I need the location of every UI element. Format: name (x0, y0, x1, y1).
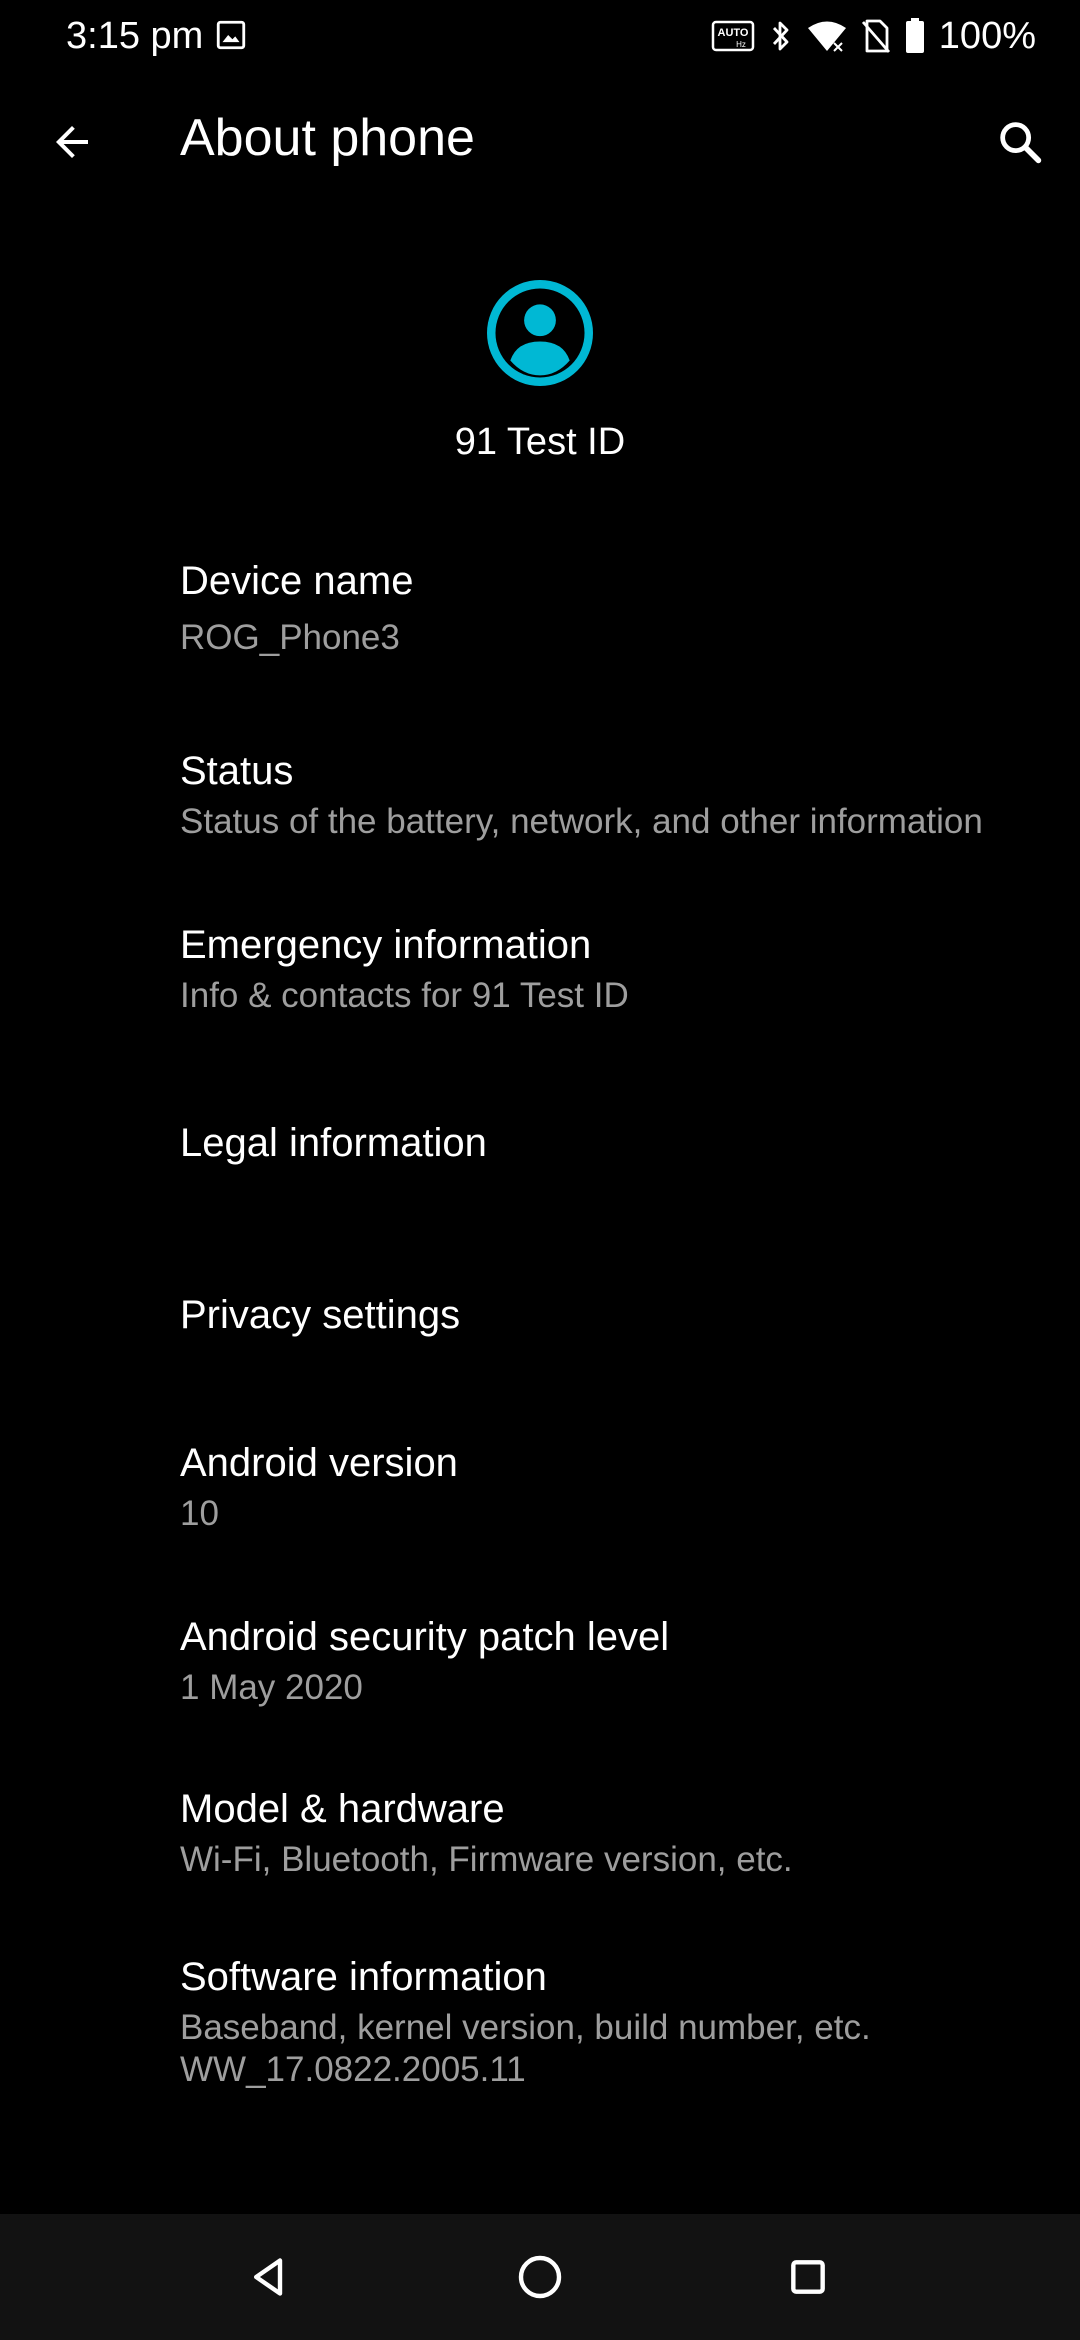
navigation-bar (0, 2214, 1080, 2340)
back-button[interactable] (36, 106, 108, 178)
status-bar: 3:15 pm AUTO Hz 100% (0, 0, 1080, 72)
item-subtitle: Wi-Fi, Bluetooth, Firmware version, etc. (180, 1840, 793, 1879)
svg-text:AUTO: AUTO (717, 27, 748, 39)
security-patch-item[interactable]: Android security patch level 1 May 2020 (0, 1604, 1080, 1754)
search-icon (1000, 122, 1042, 164)
status-time: 3:15 pm (66, 15, 204, 57)
gallery-icon (216, 20, 246, 50)
model-hardware-item[interactable]: Model & hardware Wi-Fi, Bluetooth, Firmw… (0, 1776, 1080, 1926)
item-title: Software information (180, 1955, 547, 1999)
svg-text:Hz: Hz (736, 40, 746, 49)
battery-icon (905, 18, 924, 53)
item-subtitle: 10 (180, 1494, 219, 1533)
item-title: Emergency information (180, 923, 592, 967)
item-subtitle: Info & contacts for 91 Test ID (180, 976, 629, 1015)
item-title: Legal information (180, 1121, 487, 1165)
home-circle-icon (518, 2255, 562, 2299)
item-subtitle: ROG_Phone3 (180, 618, 400, 657)
item-title: Privacy settings (180, 1293, 461, 1337)
privacy-settings-item[interactable]: Privacy settings (0, 1262, 1080, 1412)
bluetooth-icon (772, 21, 789, 51)
nav-home-button[interactable] (503, 2240, 577, 2314)
auto-hz-icon: AUTO Hz (711, 20, 755, 52)
profile-header[interactable]: 91 Test ID (0, 280, 1080, 466)
legal-information-item[interactable]: Legal information (0, 1088, 1080, 1238)
nav-back-button[interactable] (232, 2240, 306, 2314)
item-subtitle: 1 May 2020 (180, 1668, 363, 1707)
profile-name: 91 Test ID (454, 421, 626, 463)
back-triangle-icon (253, 2258, 283, 2296)
app-bar: About phone (0, 90, 1080, 186)
account-circle-icon (487, 280, 593, 386)
nav-recents-button[interactable] (771, 2240, 845, 2314)
arrow-back-icon (56, 126, 88, 158)
emergency-information-item[interactable]: Emergency information Info & contacts fo… (0, 904, 1080, 1054)
device-name-item[interactable]: Device name ROG_Phone3 (0, 540, 1080, 690)
item-title: Status (180, 749, 294, 793)
item-subtitle: Status of the battery, network, and othe… (180, 802, 983, 841)
status-icons: AUTO Hz 100% (711, 10, 1036, 62)
no-sim-icon (861, 19, 890, 53)
item-title: Android security patch level (180, 1615, 670, 1659)
status-item[interactable]: Status Status of the battery, network, a… (0, 730, 1080, 880)
search-button[interactable] (984, 106, 1056, 178)
software-information-item[interactable]: Software information Baseband, kernel ve… (0, 1944, 1080, 2124)
recents-square-icon (791, 2260, 825, 2294)
item-title: Device name (180, 559, 414, 603)
build-number-text: WW_17.0822.2005.11 (180, 2050, 526, 2089)
item-title: Android version (180, 1441, 458, 1485)
item-title: Model & hardware (180, 1787, 505, 1831)
item-subtitle: Baseband, kernel version, build number, … (180, 2008, 871, 2047)
battery-percent: 100% (938, 15, 1036, 57)
wifi-icon (807, 21, 846, 53)
page-title: About phone (180, 109, 475, 167)
android-version-item[interactable]: Android version 10 (0, 1430, 1080, 1580)
